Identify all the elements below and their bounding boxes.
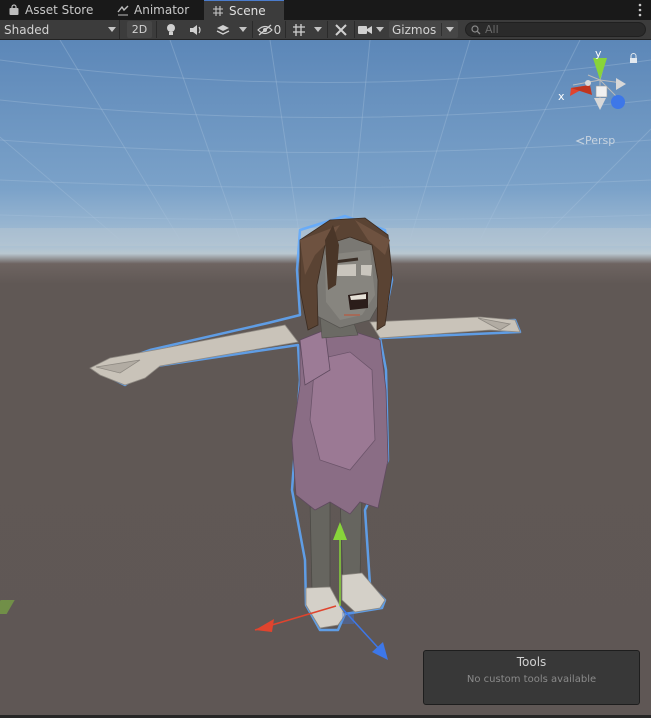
- tab-animator[interactable]: Animator: [109, 0, 201, 20]
- tools-subtitle: No custom tools available: [466, 674, 597, 685]
- shading-mode-dropdown[interactable]: Shaded: [0, 20, 120, 39]
- projection-toggle[interactable]: Persp: [575, 134, 615, 147]
- grid-toggle[interactable]: [288, 20, 310, 39]
- orientation-gizmo: y x: [558, 47, 626, 110]
- chevron-down-icon[interactable]: [314, 27, 322, 32]
- character-head: [299, 217, 393, 331]
- tab-label: Asset Store: [25, 3, 94, 17]
- lighting-toggle[interactable]: [160, 20, 182, 39]
- chevron-down-icon[interactable]: [376, 27, 384, 32]
- 2d-mode-label: 2D: [131, 23, 148, 36]
- chevron-down-icon[interactable]: [239, 27, 247, 32]
- wrench-cross-icon: [335, 23, 347, 36]
- character-dress: [291, 329, 389, 515]
- camera-settings[interactable]: [357, 20, 373, 39]
- 2d-mode-toggle[interactable]: 2D: [127, 21, 152, 38]
- grid-hash-icon: [213, 5, 223, 16]
- shopping-bag-icon: [9, 4, 19, 15]
- audio-toggle[interactable]: [185, 20, 207, 39]
- scene-search-input[interactable]: All: [465, 22, 646, 37]
- chevron-down-icon: [108, 27, 116, 32]
- tools-title: Tools: [516, 655, 547, 669]
- scene-viewport[interactable]: y x Persp: [0, 40, 651, 718]
- axis-y-label: y: [595, 47, 602, 60]
- gizmos-label: Gizmos: [392, 22, 437, 37]
- tools-overlay-panel[interactable]: Tools No custom tools available: [423, 650, 640, 705]
- search-icon: [471, 24, 481, 34]
- lock-icon[interactable]: [629, 53, 638, 63]
- chevron-left-icon: [575, 136, 585, 145]
- tab-bar: Asset Store Animator Scene: [0, 0, 651, 21]
- axis-x-label: x: [558, 90, 565, 103]
- more-options-icon[interactable]: [637, 3, 643, 17]
- scene-render: y x: [0, 40, 651, 660]
- tools-toggle[interactable]: [330, 20, 352, 39]
- speaker-icon: [190, 24, 201, 35]
- tab-label: Animator: [134, 3, 190, 17]
- layers-effects-icon: [216, 24, 230, 35]
- hidden-count: 0: [273, 22, 282, 37]
- tab-scene[interactable]: Scene: [204, 0, 284, 20]
- video-camera-icon: [358, 25, 372, 34]
- tab-asset-store[interactable]: Asset Store: [0, 0, 104, 20]
- lightbulb-icon: [167, 23, 175, 35]
- projection-label: Persp: [585, 134, 616, 147]
- tab-label: Scene: [229, 3, 266, 18]
- chevron-down-icon: [446, 27, 454, 32]
- gizmos-dropdown[interactable]: Gizmos: [389, 21, 458, 38]
- effects-dropdown[interactable]: [210, 20, 236, 39]
- animator-icon: [117, 5, 129, 16]
- search-placeholder: All: [485, 23, 499, 36]
- grid-icon: [293, 23, 305, 36]
- hidden-objects-toggle[interactable]: 0: [255, 20, 283, 39]
- shading-mode-label: Shaded: [4, 22, 50, 37]
- eye-slash-icon: [256, 24, 273, 35]
